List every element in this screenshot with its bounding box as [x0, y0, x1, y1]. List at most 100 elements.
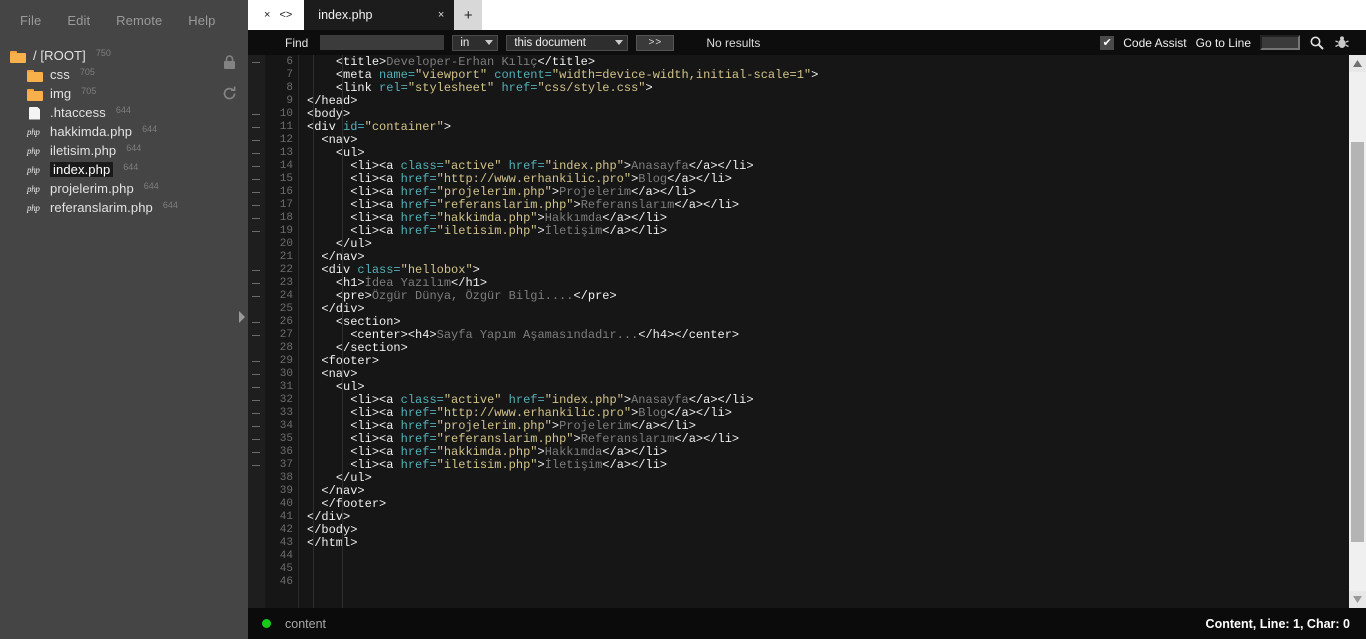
code-token-attr: id=: [343, 120, 365, 134]
code-assist-checkbox[interactable]: ✔: [1100, 35, 1115, 50]
line-number: 9: [286, 95, 293, 107]
fold-marker[interactable]: [248, 316, 265, 329]
fold-marker[interactable]: [248, 173, 265, 186]
vertical-scrollbar[interactable]: [1349, 55, 1366, 608]
code-line[interactable]: [307, 550, 1366, 563]
file-tree[interactable]: / [ROOT] 750 css 705 img 705 .htaccess 644 php ha…: [0, 40, 248, 217]
code-line[interactable]: <body>: [307, 108, 1366, 121]
fold-marker[interactable]: [248, 329, 265, 342]
fold-marker[interactable]: [248, 433, 265, 446]
tree-item-hakkimda-php[interactable]: php hakkimda.php 644: [10, 122, 248, 141]
code-line[interactable]: </div>: [307, 303, 1366, 316]
fold-marker[interactable]: [248, 264, 265, 277]
fold-gutter[interactable]: [248, 55, 265, 608]
code-token-text: Blog: [638, 406, 668, 420]
find-input[interactable]: [320, 35, 445, 50]
tree-item-iletisim-php[interactable]: php iletisim.php 644: [10, 141, 248, 160]
code-line[interactable]: <nav>: [307, 368, 1366, 381]
menu-help[interactable]: Help: [176, 9, 227, 32]
fold-marker[interactable]: [248, 186, 265, 199]
tree-item--root-[interactable]: / [ROOT] 750: [10, 46, 248, 65]
fold-marker[interactable]: [248, 160, 265, 173]
lock-icon[interactable]: [221, 54, 238, 71]
code-line[interactable]: </body>: [307, 524, 1366, 537]
fold-marker[interactable]: [248, 407, 265, 420]
fold-marker[interactable]: [248, 121, 265, 134]
fold-marker[interactable]: [248, 147, 265, 160]
scrollbar-track[interactable]: [1349, 72, 1366, 591]
code-line[interactable]: <li><a href="iletisim.php">İletişim</a><…: [307, 225, 1366, 238]
code-line[interactable]: <center><h4>Sayfa Yapım Aşamasındadır...…: [307, 329, 1366, 342]
code-line[interactable]: </footer>: [307, 498, 1366, 511]
scrollbar-thumb[interactable]: [1351, 142, 1364, 542]
code-line[interactable]: </html>: [307, 537, 1366, 550]
refresh-icon[interactable]: [221, 85, 238, 102]
code-editor[interactable]: 6 7 8 9 10 11 12 13 14 15 16 17 18 19 20 21 22 23 24 25 26 27…: [248, 55, 1366, 608]
menu-edit[interactable]: Edit: [55, 9, 102, 32]
code-token-tag: </a></li>: [631, 419, 696, 433]
code-line[interactable]: </div>: [307, 511, 1366, 524]
tree-item-css[interactable]: css 705: [10, 65, 248, 84]
fold-marker[interactable]: [248, 56, 265, 69]
code-line[interactable]: <div id="container">: [307, 121, 1366, 134]
code-view-icon[interactable]: <>: [279, 9, 292, 21]
menu-remote[interactable]: Remote: [104, 9, 174, 32]
find-scope-dropdown[interactable]: this document: [506, 34, 629, 51]
find-more-button[interactable]: >>: [636, 34, 675, 51]
tree-item-permissions: 644: [126, 142, 142, 153]
code-line[interactable]: </ul>: [307, 472, 1366, 485]
tree-item-img[interactable]: img 705: [10, 84, 248, 103]
search-icon[interactable]: [1309, 35, 1325, 51]
panel-collapse-arrow-icon[interactable]: [238, 310, 246, 324]
fold-marker[interactable]: [248, 212, 265, 225]
fold-marker[interactable]: [248, 420, 265, 433]
code-line[interactable]: </head>: [307, 95, 1366, 108]
fold-marker[interactable]: [248, 225, 265, 238]
fold-marker[interactable]: [248, 368, 265, 381]
code-line[interactable]: <pre>Özgür Dünya, Özgür Bilgi....</pre>: [307, 290, 1366, 303]
fold-marker[interactable]: [248, 381, 265, 394]
scroll-up-button[interactable]: [1349, 55, 1366, 72]
code-line[interactable]: <nav>: [307, 134, 1366, 147]
tab-index-php[interactable]: index.php ×: [304, 0, 455, 30]
fold-marker: [248, 485, 265, 498]
fold-marker[interactable]: [248, 459, 265, 472]
code-line[interactable]: <footer>: [307, 355, 1366, 368]
code-line[interactable]: </section>: [307, 342, 1366, 355]
code-line[interactable]: </nav>: [307, 485, 1366, 498]
cursor-position-label: Content, Line: 1, Char: 0: [1205, 616, 1350, 631]
tree-item-projelerim-php[interactable]: php projelerim.php 644: [10, 179, 248, 198]
go-to-line-input[interactable]: [1260, 35, 1300, 50]
tree-item--htaccess[interactable]: .htaccess 644: [10, 103, 248, 122]
fold-marker[interactable]: [248, 394, 265, 407]
tree-item-index-php[interactable]: php index.php 644: [10, 160, 248, 179]
fold-marker[interactable]: [248, 199, 265, 212]
line-number: 36: [279, 446, 293, 458]
close-all-icon[interactable]: ×: [264, 9, 270, 21]
tab-close-icon[interactable]: ×: [438, 9, 444, 21]
bug-icon[interactable]: [1334, 35, 1350, 51]
fold-marker[interactable]: [248, 446, 265, 459]
code-line[interactable]: <link rel="stylesheet" href="css/style.c…: [307, 82, 1366, 95]
new-tab-button[interactable]: +: [454, 0, 483, 30]
php-file-icon: php: [27, 183, 40, 194]
tree-item-referanslarim-php[interactable]: php referanslarim.php 644: [10, 198, 248, 217]
fold-marker[interactable]: [248, 355, 265, 368]
scroll-down-button[interactable]: [1349, 591, 1366, 608]
fold-marker[interactable]: [248, 277, 265, 290]
code-content[interactable]: <title>Developer-Erhan Kılıç</title> <me…: [298, 55, 1366, 608]
code-line[interactable]: [307, 563, 1366, 576]
code-token-val: "referanslarim.php": [436, 432, 574, 446]
fold-marker[interactable]: [248, 108, 265, 121]
fold-marker: [248, 82, 265, 95]
code-line[interactable]: <li><a href="iletisim.php">İletişim</a><…: [307, 459, 1366, 472]
find-scope-prefix-dropdown[interactable]: in: [452, 34, 499, 51]
code-token-tag: </a></li>: [688, 159, 754, 173]
fold-marker[interactable]: [248, 290, 265, 303]
menu-file[interactable]: File: [8, 9, 53, 32]
code-line[interactable]: </ul>: [307, 238, 1366, 251]
code-line[interactable]: [307, 576, 1366, 589]
fold-marker[interactable]: [248, 134, 265, 147]
